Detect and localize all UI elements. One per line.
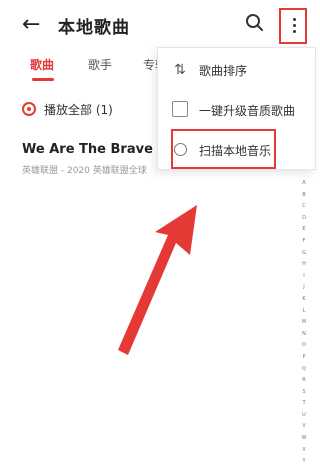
annotation-arrow xyxy=(118,205,197,355)
